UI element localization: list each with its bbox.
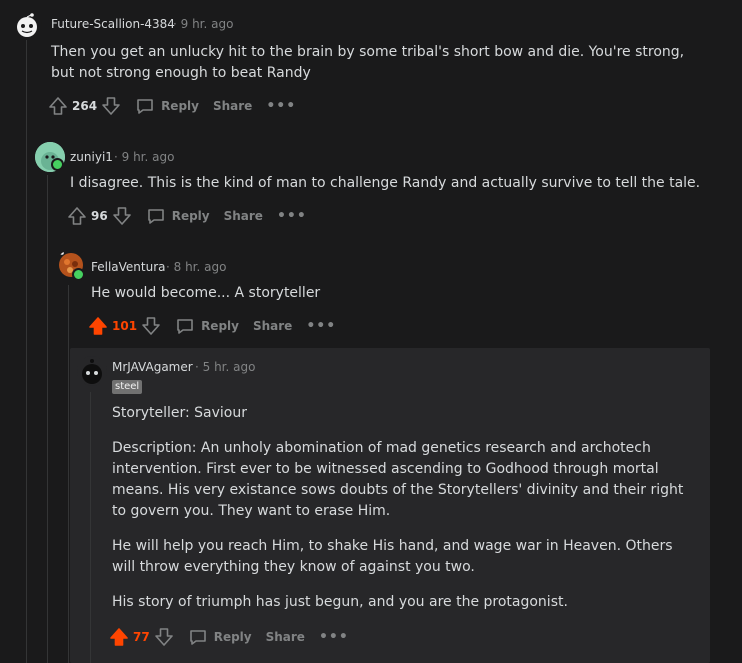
- timestamp[interactable]: · 5 hr. ago: [195, 360, 255, 374]
- comment-actions: 264 Reply Share •••: [48, 94, 296, 118]
- upvote-icon: [110, 628, 128, 646]
- upvote-icon: [68, 207, 86, 225]
- username[interactable]: MrJAVAgamer: [112, 360, 193, 374]
- more-icon[interactable]: •••: [277, 208, 307, 224]
- share-label: Share: [223, 209, 263, 223]
- share-label: Share: [252, 319, 293, 333]
- comment-actions: 101 Reply Share •••: [88, 314, 336, 338]
- reply-label: Reply: [171, 209, 210, 223]
- user-flair: steel: [112, 380, 143, 394]
- downvote-button[interactable]: [101, 96, 121, 116]
- avatar[interactable]: [12, 10, 42, 40]
- vote-score: 101: [112, 319, 138, 333]
- upvote-icon: [49, 97, 67, 115]
- share-button[interactable]: Share: [253, 319, 292, 333]
- downvote-icon: [112, 207, 131, 225]
- comment-paragraph: He would become... A storyteller: [91, 285, 321, 301]
- upvote-button[interactable]: [88, 316, 108, 336]
- vote-score: 77: [133, 630, 150, 644]
- downvote-button[interactable]: [141, 316, 161, 336]
- thread-line[interactable]: [68, 285, 69, 663]
- share-button[interactable]: Share: [266, 630, 305, 644]
- comment-icon: [189, 630, 206, 645]
- downvote-button[interactable]: [154, 627, 174, 647]
- upvote-button[interactable]: [67, 206, 87, 226]
- comment-body: Then you get an unlucky hit to the brain…: [51, 42, 691, 84]
- comment-actions: 77 Reply Share •••: [109, 625, 349, 649]
- reply-button[interactable]: Reply: [188, 627, 252, 647]
- comment-paragraph: Description: An unholy abomination of ma…: [112, 440, 684, 519]
- comment-icon: [177, 319, 193, 334]
- comment-paragraph: His story of triumph has just begun, and…: [112, 594, 568, 610]
- timestamp[interactable]: · 9 hr. ago: [114, 150, 174, 164]
- online-indicator: [72, 268, 85, 281]
- reply-label: Reply: [213, 630, 252, 644]
- comment-paragraph: Then you get an unlucky hit to the brain…: [51, 44, 685, 81]
- avatar[interactable]: [77, 356, 107, 386]
- comment-body: He would become... A storyteller: [91, 283, 691, 304]
- share-label: Share: [265, 630, 305, 644]
- more-icon[interactable]: •••: [266, 98, 296, 114]
- downvote-icon: [154, 628, 173, 646]
- timestamp[interactable]: · 8 hr. ago: [166, 260, 226, 274]
- username[interactable]: Future-Scallion-4384: [51, 17, 175, 31]
- reply-label: Reply: [161, 99, 199, 113]
- share-button[interactable]: Share: [224, 209, 263, 223]
- comment-paragraph: He will help you reach Him, to shake His…: [112, 538, 673, 575]
- comment-body: Storyteller: Saviour Description: An unh…: [112, 403, 697, 613]
- more-icon[interactable]: •••: [306, 318, 336, 334]
- upvote-button[interactable]: [109, 627, 129, 647]
- upvote-button[interactable]: [48, 96, 68, 116]
- thread-line[interactable]: [90, 392, 91, 663]
- thread-line[interactable]: [47, 175, 48, 663]
- reply-button[interactable]: Reply: [135, 96, 199, 116]
- comment-paragraph: I disagree. This is the kind of man to c…: [70, 175, 701, 191]
- reply-label: Reply: [201, 319, 239, 333]
- username[interactable]: FellaVentura: [91, 260, 166, 274]
- more-icon[interactable]: •••: [319, 629, 349, 645]
- downvote-icon: [102, 97, 120, 115]
- timestamp[interactable]: · 9 hr. ago: [173, 17, 233, 31]
- downvote-icon: [142, 317, 160, 335]
- comment-paragraph: Storyteller: Saviour: [112, 405, 247, 421]
- reply-button[interactable]: Reply: [146, 206, 210, 226]
- username[interactable]: zuniyi1: [70, 150, 113, 164]
- thread-line[interactable]: [26, 40, 27, 663]
- vote-score: 264: [72, 99, 98, 113]
- upvote-icon: [89, 317, 107, 335]
- comment-icon: [137, 99, 153, 114]
- reply-button[interactable]: Reply: [175, 316, 239, 336]
- comment-body: I disagree. This is the kind of man to c…: [70, 173, 710, 194]
- comment-icon: [147, 209, 164, 224]
- share-button[interactable]: Share: [213, 99, 252, 113]
- downvote-button[interactable]: [112, 206, 132, 226]
- vote-score: 96: [91, 209, 108, 223]
- share-label: Share: [212, 99, 253, 113]
- comment-actions: 96 Reply Share •••: [67, 204, 307, 228]
- online-indicator: [51, 158, 64, 171]
